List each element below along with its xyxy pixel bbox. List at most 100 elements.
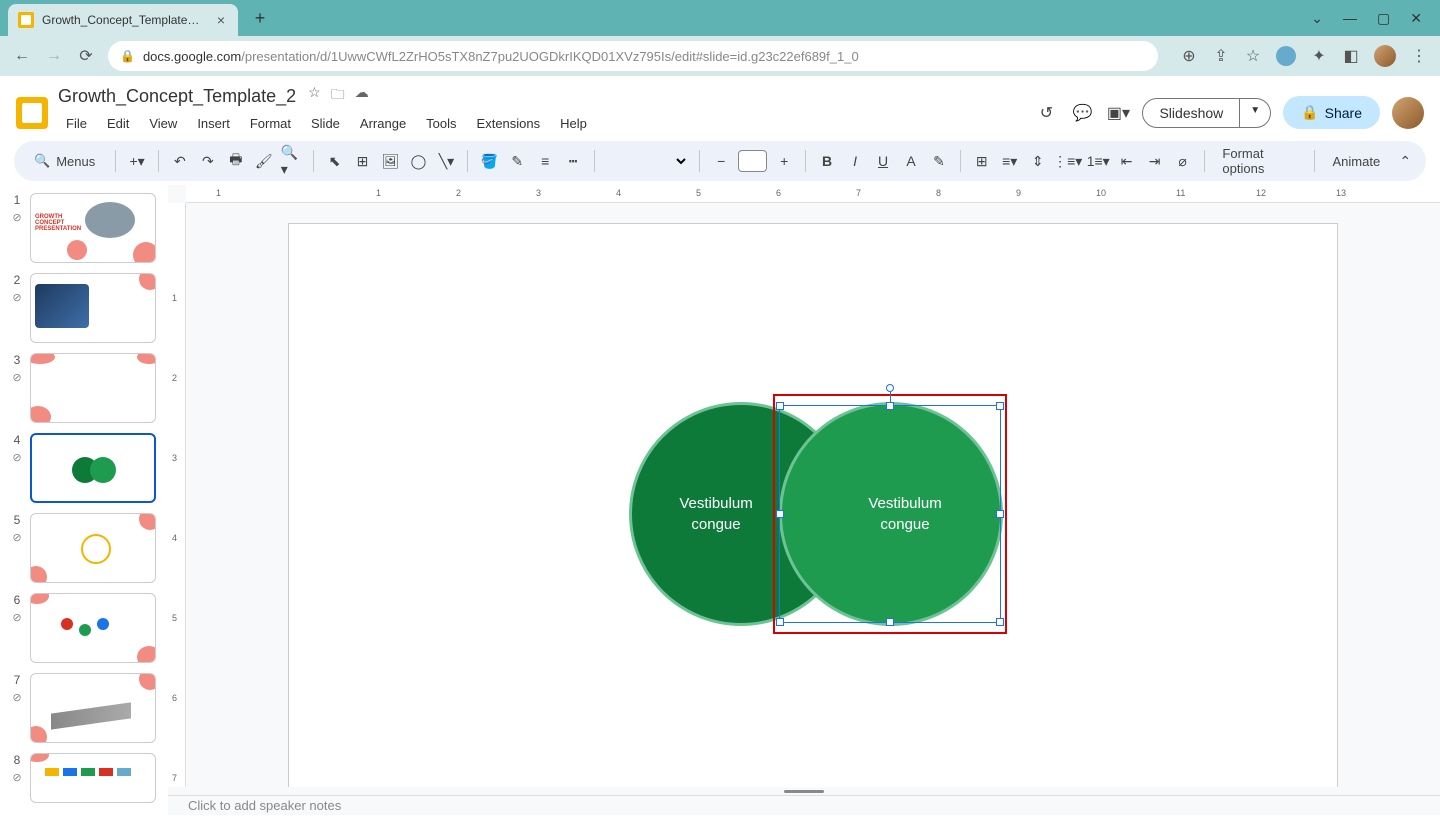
font-size-decrease[interactable]: − bbox=[710, 148, 732, 174]
menu-tools[interactable]: Tools bbox=[418, 112, 464, 135]
menu-extensions[interactable]: Extensions bbox=[469, 112, 549, 135]
back-button[interactable]: ← bbox=[12, 46, 32, 66]
font-size-input[interactable] bbox=[738, 150, 767, 172]
resize-handle-ml[interactable] bbox=[776, 510, 784, 518]
highlight-button[interactable]: ✎ bbox=[928, 148, 950, 174]
font-family-select[interactable] bbox=[605, 149, 689, 173]
forward-button[interactable]: → bbox=[44, 46, 64, 66]
redo-button[interactable]: ↷ bbox=[197, 148, 219, 174]
profile-avatar[interactable] bbox=[1374, 45, 1396, 67]
bookmark-icon[interactable]: ☆ bbox=[1244, 47, 1262, 65]
select-tool[interactable]: ⬉ bbox=[324, 148, 346, 174]
bold-button[interactable]: B bbox=[816, 148, 838, 174]
border-weight-button[interactable]: ≡ bbox=[534, 148, 556, 174]
zoom-dropdown[interactable]: 🔍▾ bbox=[281, 148, 303, 174]
menu-view[interactable]: View bbox=[141, 112, 185, 135]
account-avatar[interactable] bbox=[1392, 97, 1424, 129]
chrome-menu-icon[interactable]: ⋮ bbox=[1410, 47, 1428, 65]
resize-handle-bm[interactable] bbox=[886, 618, 894, 626]
underline-button[interactable]: U bbox=[872, 148, 894, 174]
shape-tool[interactable]: ◯ bbox=[407, 148, 429, 174]
resize-handle-tl[interactable] bbox=[776, 402, 784, 410]
numbered-list-button[interactable]: 1≡▾ bbox=[1087, 148, 1110, 174]
vertical-ruler[interactable]: 1 2 3 4 5 6 7 bbox=[168, 203, 186, 787]
extension-icon[interactable] bbox=[1276, 46, 1296, 66]
slide-thumbnail-6[interactable] bbox=[30, 593, 156, 663]
reload-button[interactable]: ⟳ bbox=[76, 46, 96, 66]
fill-color-button[interactable]: 🪣 bbox=[478, 148, 500, 174]
meet-icon[interactable]: ▣▾ bbox=[1106, 101, 1130, 125]
url-bar[interactable]: 🔒 docs.google.com/presentation/d/1UwwCWf… bbox=[108, 41, 1158, 71]
speaker-notes[interactable]: Click to add speaker notes bbox=[168, 795, 1440, 815]
share-url-icon[interactable]: ⇪ bbox=[1212, 47, 1230, 65]
resize-handle-bl[interactable] bbox=[776, 618, 784, 626]
animate-button[interactable]: Animate bbox=[1325, 150, 1389, 173]
slide-thumbnail-3[interactable] bbox=[30, 353, 156, 423]
menu-arrange[interactable]: Arrange bbox=[352, 112, 414, 135]
window-dropdown-icon[interactable]: ⌄ bbox=[1311, 10, 1323, 27]
rotate-handle[interactable] bbox=[886, 384, 894, 392]
slide-thumbnail-7[interactable] bbox=[30, 673, 156, 743]
border-color-button[interactable]: ✎ bbox=[506, 148, 528, 174]
undo-button[interactable]: ↶ bbox=[169, 148, 191, 174]
menu-slide[interactable]: Slide bbox=[303, 112, 348, 135]
close-tab-icon[interactable]: × bbox=[214, 13, 228, 27]
resize-handle-br[interactable] bbox=[996, 618, 1004, 626]
cloud-status-icon[interactable]: ☁ bbox=[355, 84, 369, 108]
share-button[interactable]: 🔒 Share bbox=[1283, 96, 1380, 129]
menu-edit[interactable]: Edit bbox=[99, 112, 137, 135]
resize-handle-mr[interactable] bbox=[996, 510, 1004, 518]
menu-format[interactable]: Format bbox=[242, 112, 299, 135]
italic-button[interactable]: I bbox=[844, 148, 866, 174]
slide-panel[interactable]: 1⊘ GROWTHCONCEPTPRESENTATION 2⊘ 3⊘ bbox=[0, 185, 168, 815]
browser-tab[interactable]: Growth_Concept_Template_2 - G × bbox=[8, 4, 238, 36]
slide-canvas[interactable]: Vestibulumcongue Vestibulumcongue bbox=[288, 223, 1338, 787]
paint-format-button[interactable]: 🖌 bbox=[253, 148, 275, 174]
history-icon[interactable]: ↺ bbox=[1034, 101, 1058, 125]
line-spacing-button[interactable]: ⇕ bbox=[1027, 148, 1049, 174]
close-window-icon[interactable]: ✕ bbox=[1410, 10, 1422, 27]
selection-box[interactable] bbox=[779, 405, 1001, 623]
format-options-button[interactable]: Format options bbox=[1214, 142, 1303, 180]
text-color-button[interactable]: A bbox=[900, 148, 922, 174]
border-dash-button[interactable]: ┅ bbox=[562, 148, 584, 174]
slideshow-button[interactable]: Slideshow bbox=[1142, 98, 1240, 128]
slide-thumbnail-2[interactable] bbox=[30, 273, 156, 343]
slide-thumbnail-1[interactable]: GROWTHCONCEPTPRESENTATION bbox=[30, 193, 156, 263]
menu-file[interactable]: File bbox=[58, 112, 95, 135]
menu-insert[interactable]: Insert bbox=[189, 112, 238, 135]
clear-formatting-button[interactable]: ⌀ bbox=[1172, 148, 1194, 174]
font-size-increase[interactable]: + bbox=[773, 148, 795, 174]
new-tab-button[interactable]: + bbox=[246, 4, 274, 32]
document-title[interactable]: Growth_Concept_Template_2 bbox=[58, 86, 296, 107]
slide-thumbnail-5[interactable] bbox=[30, 513, 156, 583]
slide-thumbnail-4[interactable] bbox=[30, 433, 156, 503]
maximize-icon[interactable]: ▢ bbox=[1377, 10, 1390, 27]
menu-help[interactable]: Help bbox=[552, 112, 595, 135]
slides-logo[interactable] bbox=[16, 97, 48, 129]
insert-link-button[interactable]: ⊞ bbox=[971, 148, 993, 174]
comments-icon[interactable]: 💬 bbox=[1070, 101, 1094, 125]
resize-handle-tm[interactable] bbox=[886, 402, 894, 410]
horizontal-ruler[interactable]: 1 1 2 3 4 5 6 7 8 9 10 11 12 13 bbox=[186, 185, 1440, 203]
bulleted-list-button[interactable]: ⋮≡▾ bbox=[1055, 148, 1081, 174]
indent-decrease-button[interactable]: ⇤ bbox=[1116, 148, 1138, 174]
star-icon[interactable]: ☆ bbox=[308, 84, 321, 108]
resize-handle-tr[interactable] bbox=[996, 402, 1004, 410]
move-folder-icon[interactable]: 🗀 bbox=[331, 84, 345, 108]
collapse-toolbar-button[interactable]: ⌃ bbox=[1394, 148, 1416, 174]
line-tool[interactable]: ╲▾ bbox=[435, 148, 457, 174]
slideshow-dropdown[interactable]: ▼ bbox=[1240, 98, 1271, 128]
minimize-icon[interactable]: — bbox=[1343, 10, 1357, 27]
print-button[interactable]: 🖶 bbox=[225, 148, 247, 174]
align-button[interactable]: ≡▾ bbox=[999, 148, 1021, 174]
extensions-puzzle-icon[interactable]: ✦ bbox=[1310, 47, 1328, 65]
textbox-tool[interactable]: ⊞ bbox=[352, 148, 374, 174]
image-tool[interactable]: 🖼 bbox=[380, 148, 402, 174]
slide-stage[interactable]: Vestibulumcongue Vestibulumcongue bbox=[186, 203, 1440, 787]
sidepanel-icon[interactable]: ◧ bbox=[1342, 47, 1360, 65]
indent-increase-button[interactable]: ⇥ bbox=[1144, 148, 1166, 174]
notes-resize-handle[interactable] bbox=[168, 787, 1440, 795]
slide-thumbnail-8[interactable] bbox=[30, 753, 156, 803]
zoom-icon[interactable]: ⊕ bbox=[1180, 47, 1198, 65]
